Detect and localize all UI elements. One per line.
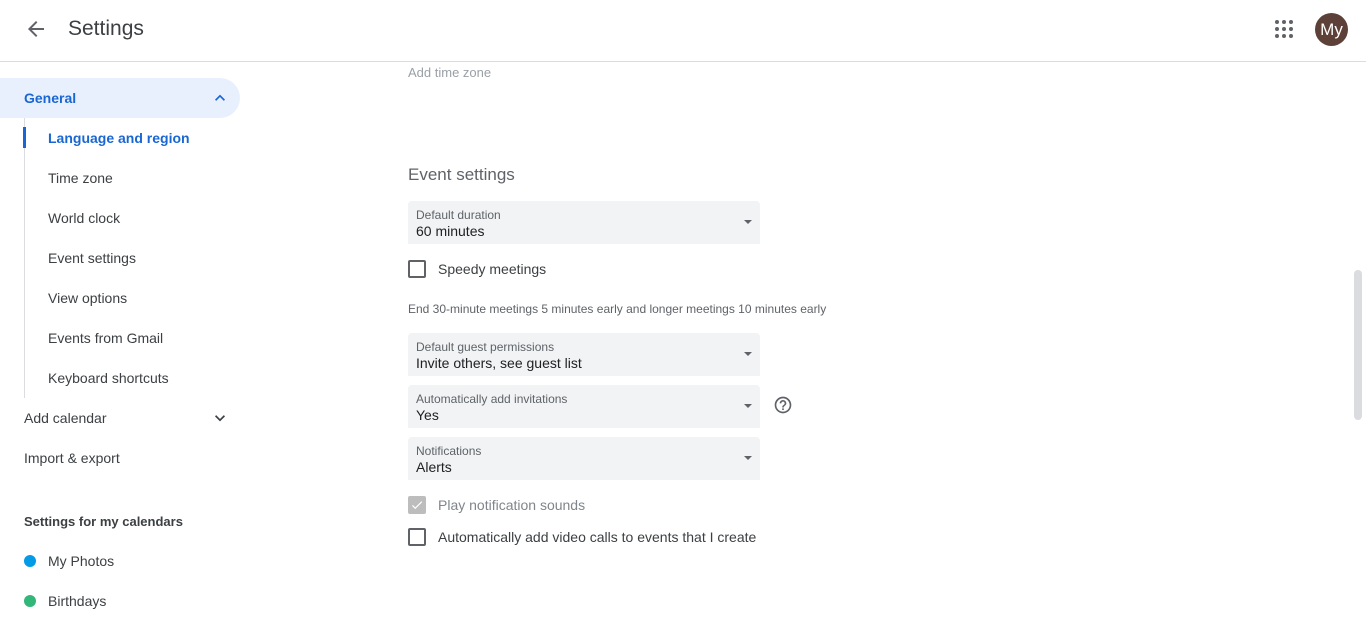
play-sounds-checkbox-row: Play notification sounds xyxy=(408,496,585,514)
my-calendars-heading: Settings for my calendars xyxy=(24,514,183,529)
video-calls-checkbox[interactable] xyxy=(408,528,426,546)
sidebar-item-events-from-gmail[interactable]: Events from Gmail xyxy=(25,318,241,358)
sidebar-calendar-my-photos[interactable]: My Photos xyxy=(0,541,240,581)
speedy-meetings-hint: End 30-minute meetings 5 minutes early a… xyxy=(408,302,827,316)
sidebar-calendar-birthdays[interactable]: Birthdays xyxy=(0,581,240,617)
notifications-select[interactable]: Notifications Alerts xyxy=(408,437,760,480)
add-invitations-select[interactable]: Automatically add invitations Yes xyxy=(408,385,760,428)
app-header: Settings My xyxy=(0,0,1366,62)
dropdown-arrow-icon xyxy=(744,456,752,460)
settings-main: Add time zone Event settings Default dur… xyxy=(256,62,1350,617)
calendar-color-dot xyxy=(24,595,36,607)
guest-permissions-select[interactable]: Default guest permissions Invite others,… xyxy=(408,333,760,376)
chevron-down-icon xyxy=(215,415,225,422)
help-icon[interactable] xyxy=(773,395,793,415)
arrow-back-icon xyxy=(28,21,44,37)
general-subnav: Language and region Time zone World cloc… xyxy=(23,118,241,398)
settings-sidebar: General Language and region Time zone Wo… xyxy=(0,62,256,617)
calendar-label: Birthdays xyxy=(48,593,107,609)
sidebar-item-time-zone[interactable]: Time zone xyxy=(25,158,241,198)
chevron-up-icon xyxy=(215,94,225,101)
dropdown-arrow-icon xyxy=(744,220,752,224)
default-duration-select[interactable]: Default duration 60 minutes xyxy=(408,201,760,244)
speedy-meetings-checkbox[interactable] xyxy=(408,260,426,278)
speedy-meetings-checkbox-row[interactable]: Speedy meetings xyxy=(408,260,546,278)
select-label: Automatically add invitations xyxy=(416,392,568,406)
sidebar-item-language-and-region[interactable]: Language and region xyxy=(23,118,241,158)
sidebar-item-general[interactable]: General xyxy=(0,78,240,118)
sidebar-item-keyboard-shortcuts[interactable]: Keyboard shortcuts xyxy=(25,358,241,398)
select-value: 60 minutes xyxy=(416,223,485,239)
dropdown-arrow-icon xyxy=(744,352,752,356)
checkmark-icon xyxy=(411,501,423,510)
sidebar-item-import-export[interactable]: Import & export xyxy=(0,438,240,478)
checkbox-label: Play notification sounds xyxy=(438,497,586,513)
dropdown-arrow-icon xyxy=(744,404,752,408)
apps-grid-icon xyxy=(1275,20,1293,38)
video-calls-checkbox-row[interactable]: Automatically add video calls to events … xyxy=(408,528,756,546)
calendar-color-dot xyxy=(24,555,36,567)
select-label: Default guest permissions xyxy=(416,340,555,354)
checkbox-label: Speedy meetings xyxy=(438,261,547,277)
google-apps-button[interactable] xyxy=(1264,9,1304,49)
event-settings-title: Event settings xyxy=(408,165,515,184)
select-label: Notifications xyxy=(416,444,482,458)
checkbox-label: Automatically add video calls to events … xyxy=(438,529,757,545)
select-value: Yes xyxy=(416,407,439,423)
sidebar-item-label: Add calendar xyxy=(24,410,107,426)
account-avatar[interactable]: My xyxy=(1315,13,1348,46)
main-scrollbar-thumb[interactable] xyxy=(1354,270,1362,420)
page-title: Settings xyxy=(68,17,144,40)
select-value: Alerts xyxy=(416,459,452,475)
sidebar-item-world-clock[interactable]: World clock xyxy=(25,198,241,238)
add-time-zone-link[interactable]: Add time zone xyxy=(408,65,491,80)
sidebar-item-event-settings[interactable]: Event settings xyxy=(25,238,241,278)
select-label: Default duration xyxy=(416,208,501,222)
play-sounds-checkbox xyxy=(408,496,426,514)
select-value: Invite others, see guest list xyxy=(416,355,582,371)
back-button[interactable] xyxy=(16,9,56,49)
sidebar-item-label: General xyxy=(24,90,77,106)
sidebar-item-add-calendar[interactable]: Add calendar xyxy=(0,398,240,438)
sidebar-item-view-options[interactable]: View options xyxy=(25,278,241,318)
calendar-label: My Photos xyxy=(48,553,115,569)
